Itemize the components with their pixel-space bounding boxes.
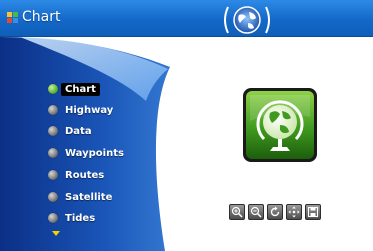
toolbar bbox=[229, 204, 321, 220]
puzzle-icon bbox=[7, 12, 18, 23]
zoom-in-button[interactable] bbox=[229, 204, 245, 220]
chart-bullet-icon bbox=[48, 84, 58, 94]
save-button[interactable] bbox=[305, 204, 321, 220]
rotate-icon bbox=[270, 206, 280, 217]
pan-button[interactable] bbox=[286, 204, 302, 220]
menu-label-data: Data bbox=[65, 125, 92, 137]
menu-label-waypoints: Waypoints bbox=[65, 147, 124, 159]
zoom-out-button[interactable] bbox=[248, 204, 264, 220]
save-icon bbox=[307, 206, 319, 218]
title-bar: Chart bbox=[0, 0, 373, 37]
menu-item-satellite[interactable]: Satellite bbox=[48, 188, 112, 206]
tides-bullet-icon bbox=[48, 213, 58, 223]
globe-icon bbox=[224, 6, 270, 34]
menu-item-chart[interactable]: Chart bbox=[48, 80, 100, 98]
pan-icon bbox=[288, 206, 300, 218]
zoom-out-icon bbox=[250, 206, 262, 218]
menu-label-tides: Tides bbox=[65, 212, 96, 224]
menu-item-highway[interactable]: Highway bbox=[48, 101, 113, 119]
waypoints-bullet-icon bbox=[48, 148, 58, 158]
globe-chart-icon bbox=[243, 88, 317, 162]
data-bullet-icon bbox=[48, 126, 58, 136]
menu-item-tides[interactable]: Tides bbox=[48, 209, 95, 227]
menu-label-satellite: Satellite bbox=[65, 191, 113, 203]
menu-item-waypoints[interactable]: Waypoints bbox=[48, 144, 124, 162]
menu-label-highway: Highway bbox=[65, 104, 114, 116]
routes-bullet-icon bbox=[48, 170, 58, 180]
menu-label-routes: Routes bbox=[65, 169, 105, 181]
scroll-down-arrow-icon[interactable] bbox=[52, 231, 60, 236]
window-title: Chart bbox=[22, 9, 61, 25]
highway-bullet-icon bbox=[48, 105, 58, 115]
zoom-in-icon bbox=[231, 206, 243, 218]
rotate-button[interactable] bbox=[267, 204, 283, 220]
menu-label-chart: Chart bbox=[61, 82, 100, 96]
menu-item-routes[interactable]: Routes bbox=[48, 166, 104, 184]
menu-item-data[interactable]: Data bbox=[48, 122, 92, 140]
satellite-bullet-icon bbox=[48, 192, 58, 202]
